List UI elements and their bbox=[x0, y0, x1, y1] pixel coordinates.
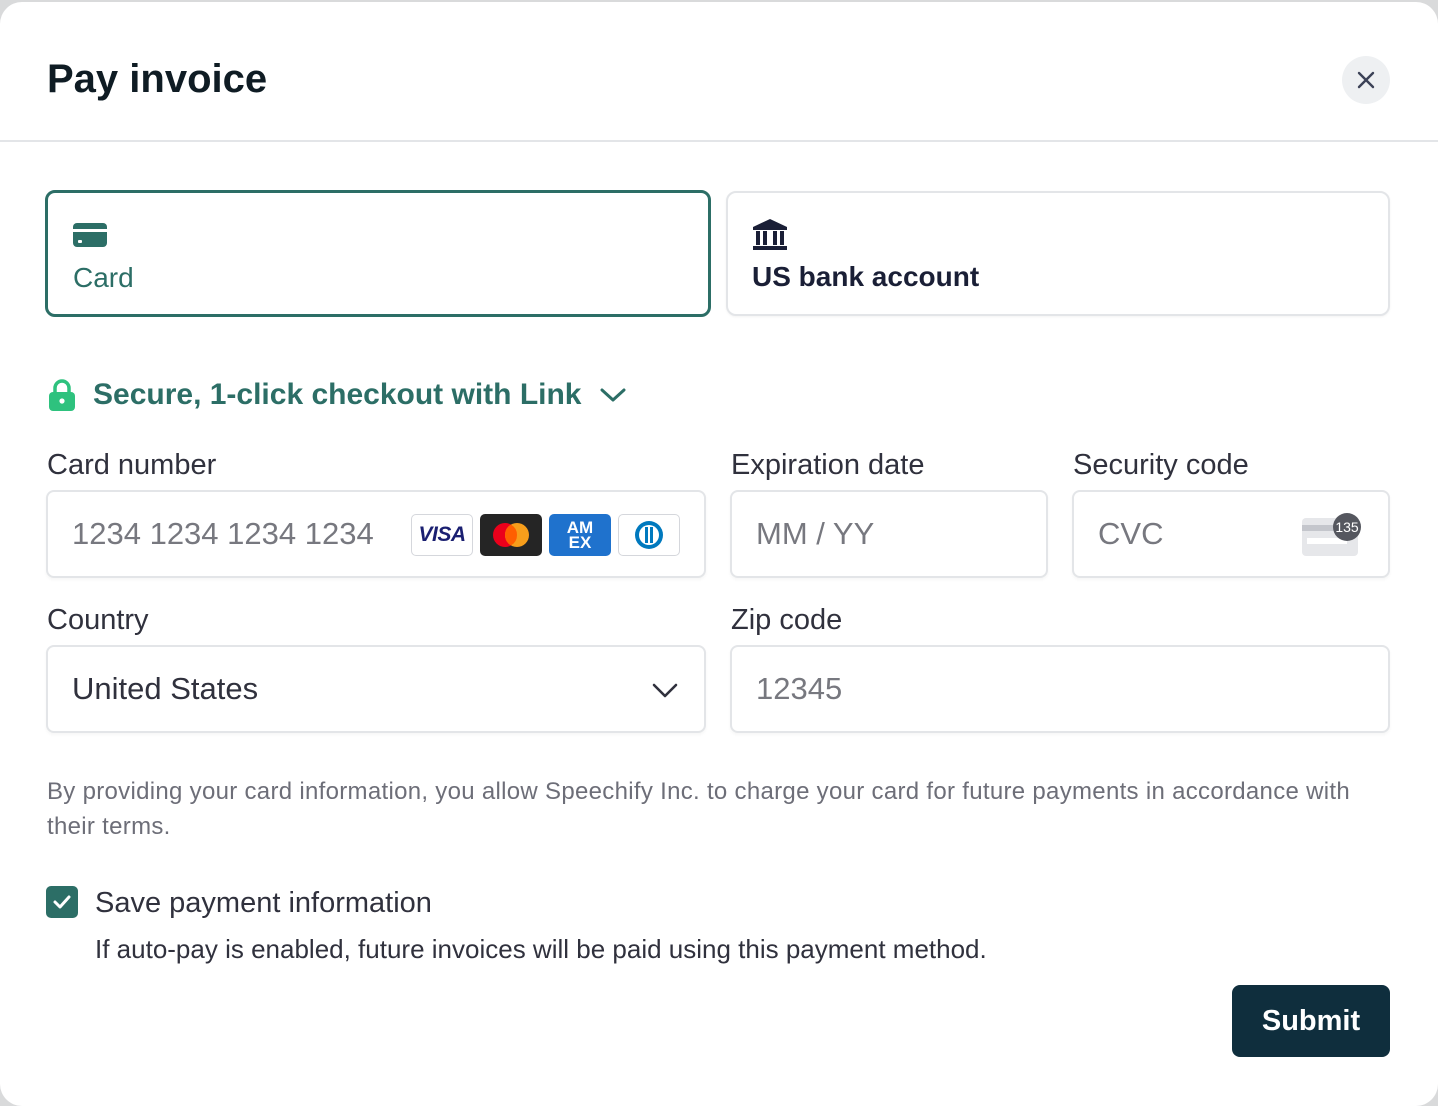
expiration-date-field[interactable] bbox=[730, 490, 1048, 578]
submit-button[interactable]: Submit bbox=[1232, 985, 1390, 1057]
pay-invoice-dialog: Pay invoice Card US bank account Secure,… bbox=[0, 2, 1438, 1106]
save-payment-help-text: If auto-pay is enabled, future invoices … bbox=[95, 934, 987, 964]
payment-method-bank-tab[interactable]: US bank account bbox=[726, 191, 1390, 316]
security-code-field[interactable]: 135 bbox=[1072, 490, 1390, 578]
card-brands: VISA AM EX bbox=[411, 514, 680, 556]
card-number-input[interactable] bbox=[48, 492, 452, 576]
amex-icon: AM EX bbox=[549, 514, 611, 556]
save-payment-checkbox[interactable] bbox=[46, 886, 78, 918]
cvc-card-icon: 135 bbox=[1302, 513, 1361, 556]
payment-method-bank-label: US bank account bbox=[752, 261, 980, 292]
card-authorization-disclaimer: By providing your card information, you … bbox=[47, 778, 1350, 840]
checkmark-icon bbox=[53, 895, 71, 909]
chevron-down-icon bbox=[652, 683, 678, 698]
card-number-field[interactable]: VISA AM EX bbox=[46, 490, 706, 578]
lock-icon bbox=[49, 379, 75, 411]
security-code-label: Security code bbox=[1073, 449, 1249, 481]
expiration-date-label: Expiration date bbox=[731, 449, 925, 481]
link-checkout-text: Secure, 1-click checkout with Link bbox=[93, 378, 582, 411]
close-button[interactable] bbox=[1342, 56, 1390, 104]
payment-method-card-tab[interactable]: Card bbox=[45, 190, 711, 317]
link-checkout-toggle[interactable]: Secure, 1-click checkout with Link bbox=[47, 375, 626, 415]
card-number-label: Card number bbox=[47, 449, 217, 481]
save-payment-label[interactable]: Save payment information bbox=[95, 885, 432, 921]
diners-club-icon bbox=[618, 514, 680, 556]
visa-icon: VISA bbox=[411, 514, 473, 556]
svg-text:135: 135 bbox=[1335, 519, 1359, 535]
country-select-value: United States bbox=[72, 671, 259, 706]
zip-code-input[interactable] bbox=[732, 647, 1388, 731]
zip-code-label: Zip code bbox=[731, 604, 843, 636]
bank-icon bbox=[753, 219, 787, 250]
expiration-date-input[interactable] bbox=[732, 492, 1046, 576]
country-label: Country bbox=[47, 604, 149, 636]
credit-card-icon bbox=[73, 223, 107, 247]
close-icon bbox=[1357, 71, 1375, 89]
dialog-title: Pay invoice bbox=[47, 57, 268, 101]
country-select[interactable]: United States bbox=[46, 645, 706, 733]
chevron-down-icon bbox=[600, 388, 625, 402]
payment-method-card-label: Card bbox=[73, 262, 134, 293]
dialog-header: Pay invoice bbox=[0, 2, 1438, 142]
zip-code-field[interactable] bbox=[730, 645, 1390, 733]
mastercard-icon bbox=[480, 514, 542, 556]
